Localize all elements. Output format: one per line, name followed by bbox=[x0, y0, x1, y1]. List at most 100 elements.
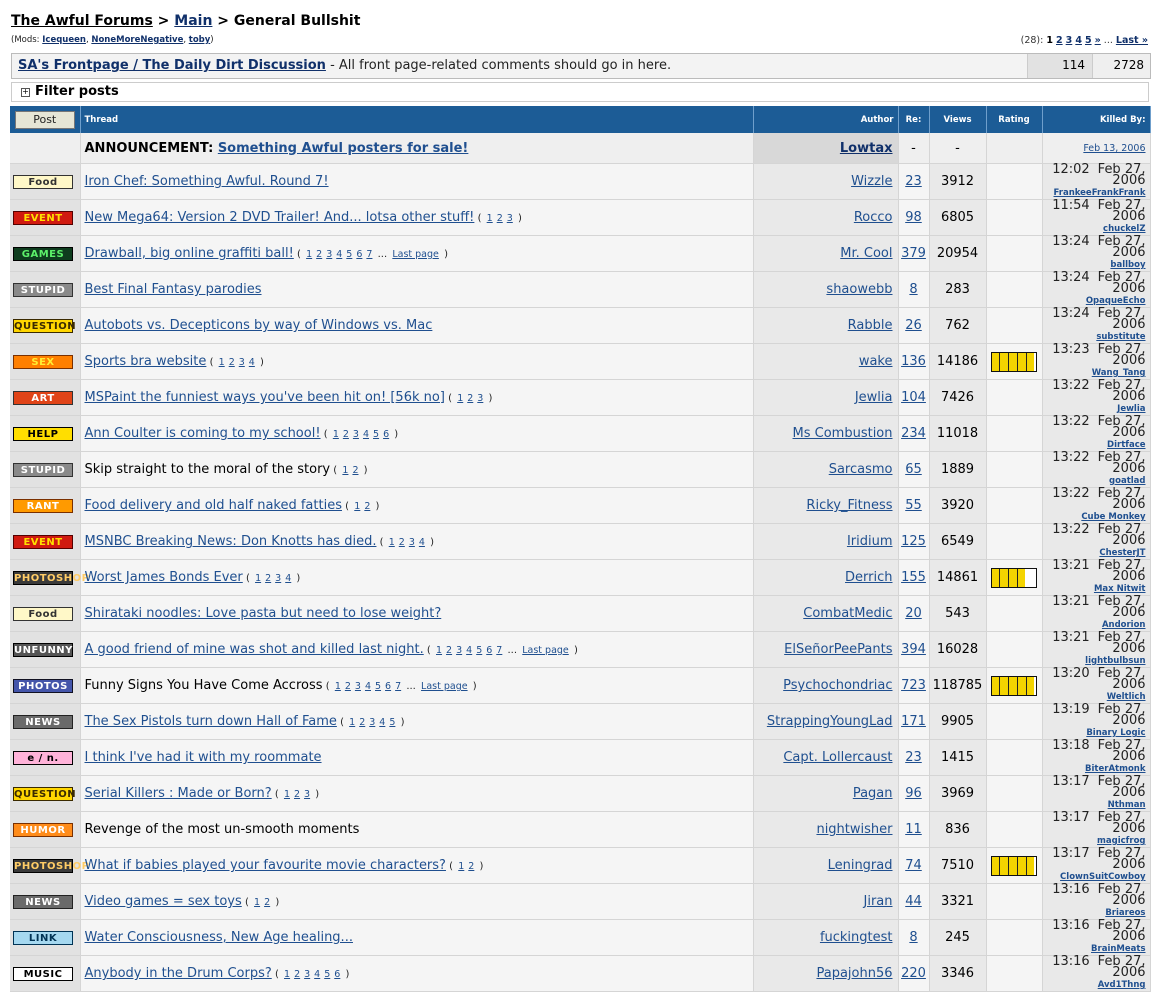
lastpost-user-link[interactable]: chuckelZ bbox=[1103, 224, 1145, 234]
thread-title-link[interactable]: Serial Killers : Made or Born? bbox=[85, 786, 272, 801]
thread-page-link[interactable]: 4 bbox=[249, 357, 255, 368]
thread-title-link[interactable]: Shirataki noodles: Love pasta but need t… bbox=[85, 606, 442, 621]
thread-page-link[interactable]: 2 bbox=[316, 249, 322, 260]
thread-page-link[interactable]: 2 bbox=[265, 573, 271, 584]
thread-replies-link[interactable]: 220 bbox=[901, 966, 926, 981]
thread-page-link[interactable]: 1 bbox=[284, 789, 290, 800]
thread-page-link[interactable]: 1 bbox=[254, 897, 260, 908]
thread-title-link[interactable]: Skip straight to the moral of the story bbox=[85, 462, 331, 477]
thread-page-link[interactable]: 1 bbox=[354, 501, 360, 512]
thread-author-link[interactable]: nightwisher bbox=[816, 822, 892, 837]
thread-title-link[interactable]: New Mega64: Version 2 DVD Trailer! And..… bbox=[85, 210, 475, 225]
lastpost-user-link[interactable]: OpaqueEcho bbox=[1086, 296, 1146, 306]
lastpost-user-link[interactable]: Weltlich bbox=[1107, 692, 1146, 702]
thread-page-link[interactable]: 5 bbox=[346, 249, 352, 260]
thread-page-link[interactable]: 2 bbox=[264, 897, 270, 908]
thread-page-link[interactable]: 3 bbox=[477, 393, 483, 404]
thread-page-link[interactable]: 3 bbox=[507, 213, 513, 224]
thread-replies-link[interactable]: 65 bbox=[905, 462, 922, 477]
thread-author-link[interactable]: CombatMedic bbox=[803, 606, 892, 621]
thread-last-page-link[interactable]: Last page bbox=[421, 681, 468, 692]
thread-author-link[interactable]: Capt. Lollercaust bbox=[783, 750, 892, 765]
rant-icon[interactable]: RANT bbox=[13, 498, 73, 513]
thread-title-link[interactable]: Video games = sex toys bbox=[85, 894, 242, 909]
games-icon[interactable]: GAMES bbox=[13, 246, 73, 261]
thread-page-link[interactable]: 1 bbox=[333, 429, 339, 440]
photos-icon[interactable]: PHOTOS bbox=[13, 678, 73, 693]
thread-author-link[interactable]: Wizzle bbox=[851, 174, 892, 189]
thread-page-link[interactable]: 3 bbox=[355, 681, 361, 692]
thread-last-page-link[interactable]: Last page bbox=[392, 249, 439, 260]
lastpost-user-link[interactable]: Avd1Thng bbox=[1098, 980, 1146, 990]
thread-author-link[interactable]: Pagan bbox=[853, 786, 893, 801]
thread-page-link[interactable]: 6 bbox=[486, 645, 492, 656]
thread-title-link[interactable]: Sports bra website bbox=[85, 354, 207, 369]
thread-title-link[interactable]: MSPaint the funniest ways you've been hi… bbox=[85, 390, 445, 405]
author-column-header[interactable]: Author bbox=[753, 106, 899, 133]
thread-page-link[interactable]: 4 bbox=[336, 249, 342, 260]
thread-author-link[interactable]: shaowebb bbox=[826, 282, 892, 297]
thread-replies-link[interactable]: 44 bbox=[905, 894, 922, 909]
thread-page-link[interactable]: 2 bbox=[399, 537, 405, 548]
killed-by-column-header[interactable]: Killed By: bbox=[1042, 106, 1151, 133]
sticky-thread-link[interactable]: SA's Frontpage / The Daily Dirt Discussi… bbox=[18, 58, 326, 73]
thread-page-link[interactable]: 7 bbox=[395, 681, 401, 692]
link-icon[interactable]: LINK bbox=[13, 930, 73, 945]
filter-posts-toggle[interactable]: + Filter posts bbox=[11, 82, 1149, 102]
expand-icon[interactable]: + bbox=[21, 88, 30, 97]
thread-author-link[interactable]: Iridium bbox=[847, 534, 893, 549]
thread-page-link[interactable]: 3 bbox=[239, 357, 245, 368]
thread-page-link[interactable]: 3 bbox=[275, 573, 281, 584]
thread-title-link[interactable]: Anybody in the Drum Corps? bbox=[85, 966, 272, 981]
next-page-link[interactable]: » bbox=[1095, 35, 1101, 46]
thread-replies-link[interactable]: 136 bbox=[901, 354, 926, 369]
thread-page-link[interactable]: 4 bbox=[419, 537, 425, 548]
thread-author-link[interactable]: ElSeñorPeePants bbox=[784, 642, 892, 657]
thread-title-link[interactable]: What if babies played your favourite mov… bbox=[85, 858, 446, 873]
thread-author-link[interactable]: Ricky_Fitness bbox=[806, 498, 892, 513]
thread-replies-link[interactable]: 394 bbox=[901, 642, 926, 657]
thread-page-link[interactable]: 2 bbox=[229, 357, 235, 368]
thread-title-link[interactable]: Worst James Bonds Ever bbox=[85, 570, 243, 585]
thread-page-link[interactable]: 1 bbox=[458, 861, 464, 872]
thread-replies-link[interactable]: 98 bbox=[905, 210, 922, 225]
event-icon[interactable]: EVENT bbox=[13, 534, 73, 549]
thread-page-link[interactable]: 5 bbox=[476, 645, 482, 656]
thread-replies-link[interactable]: 723 bbox=[901, 678, 926, 693]
breadcrumb-forums-link[interactable]: The Awful Forums bbox=[11, 13, 153, 29]
thread-page-link[interactable]: 2 bbox=[497, 213, 503, 224]
news-icon[interactable]: NEWS bbox=[13, 714, 73, 729]
thread-page-link[interactable]: 2 bbox=[345, 681, 351, 692]
announcement-date-link[interactable]: Feb 13, 2006 bbox=[1083, 143, 1145, 154]
thread-title-link[interactable]: Iron Chef: Something Awful. Round 7! bbox=[85, 174, 329, 189]
lastpost-user-link[interactable]: ChesterJT bbox=[1099, 548, 1145, 558]
thread-page-link[interactable]: 4 bbox=[365, 681, 371, 692]
rating-column-header[interactable]: Rating bbox=[986, 106, 1043, 133]
thread-page-link[interactable]: 3 bbox=[369, 717, 375, 728]
lastpost-user-link[interactable]: lightbulbsun bbox=[1085, 656, 1145, 666]
thread-author-link[interactable]: StrappingYoungLad bbox=[767, 714, 893, 729]
thread-replies-link[interactable]: 23 bbox=[905, 750, 922, 765]
question-icon[interactable]: QUESTION bbox=[13, 318, 76, 333]
thread-replies-link[interactable]: 171 bbox=[901, 714, 926, 729]
replies-column-header[interactable]: Re: bbox=[898, 106, 930, 133]
thread-page-link[interactable]: 3 bbox=[304, 789, 310, 800]
lastpost-user-link[interactable]: Andorion bbox=[1102, 620, 1146, 630]
lastpost-user-link[interactable]: magicfrog bbox=[1097, 836, 1145, 846]
photoshop-icon[interactable]: PHOTOSHOP bbox=[13, 570, 89, 585]
thread-replies-link[interactable]: 234 bbox=[901, 426, 926, 441]
thread-author-link[interactable]: wake bbox=[859, 354, 893, 369]
page-link[interactable]: 2 bbox=[1056, 35, 1063, 46]
thread-page-link[interactable]: 1 bbox=[306, 249, 312, 260]
thread-replies-link[interactable]: 96 bbox=[905, 786, 922, 801]
thread-page-link[interactable]: 6 bbox=[356, 249, 362, 260]
thread-page-link[interactable]: 4 bbox=[285, 573, 291, 584]
humor-icon[interactable]: HUMOR bbox=[13, 822, 73, 837]
lastpost-user-link[interactable]: BrainMeats bbox=[1091, 944, 1145, 954]
lastpost-user-link[interactable]: BiterAtmonk bbox=[1085, 764, 1145, 774]
thread-title-link[interactable]: Ann Coulter is coming to my school! bbox=[85, 426, 321, 441]
thread-page-link[interactable]: 1 bbox=[389, 537, 395, 548]
music-icon[interactable]: MUSIC bbox=[13, 966, 73, 981]
photoshop-icon[interactable]: PHOTOSHOP bbox=[13, 858, 89, 873]
thread-replies-link[interactable]: 379 bbox=[901, 246, 926, 261]
